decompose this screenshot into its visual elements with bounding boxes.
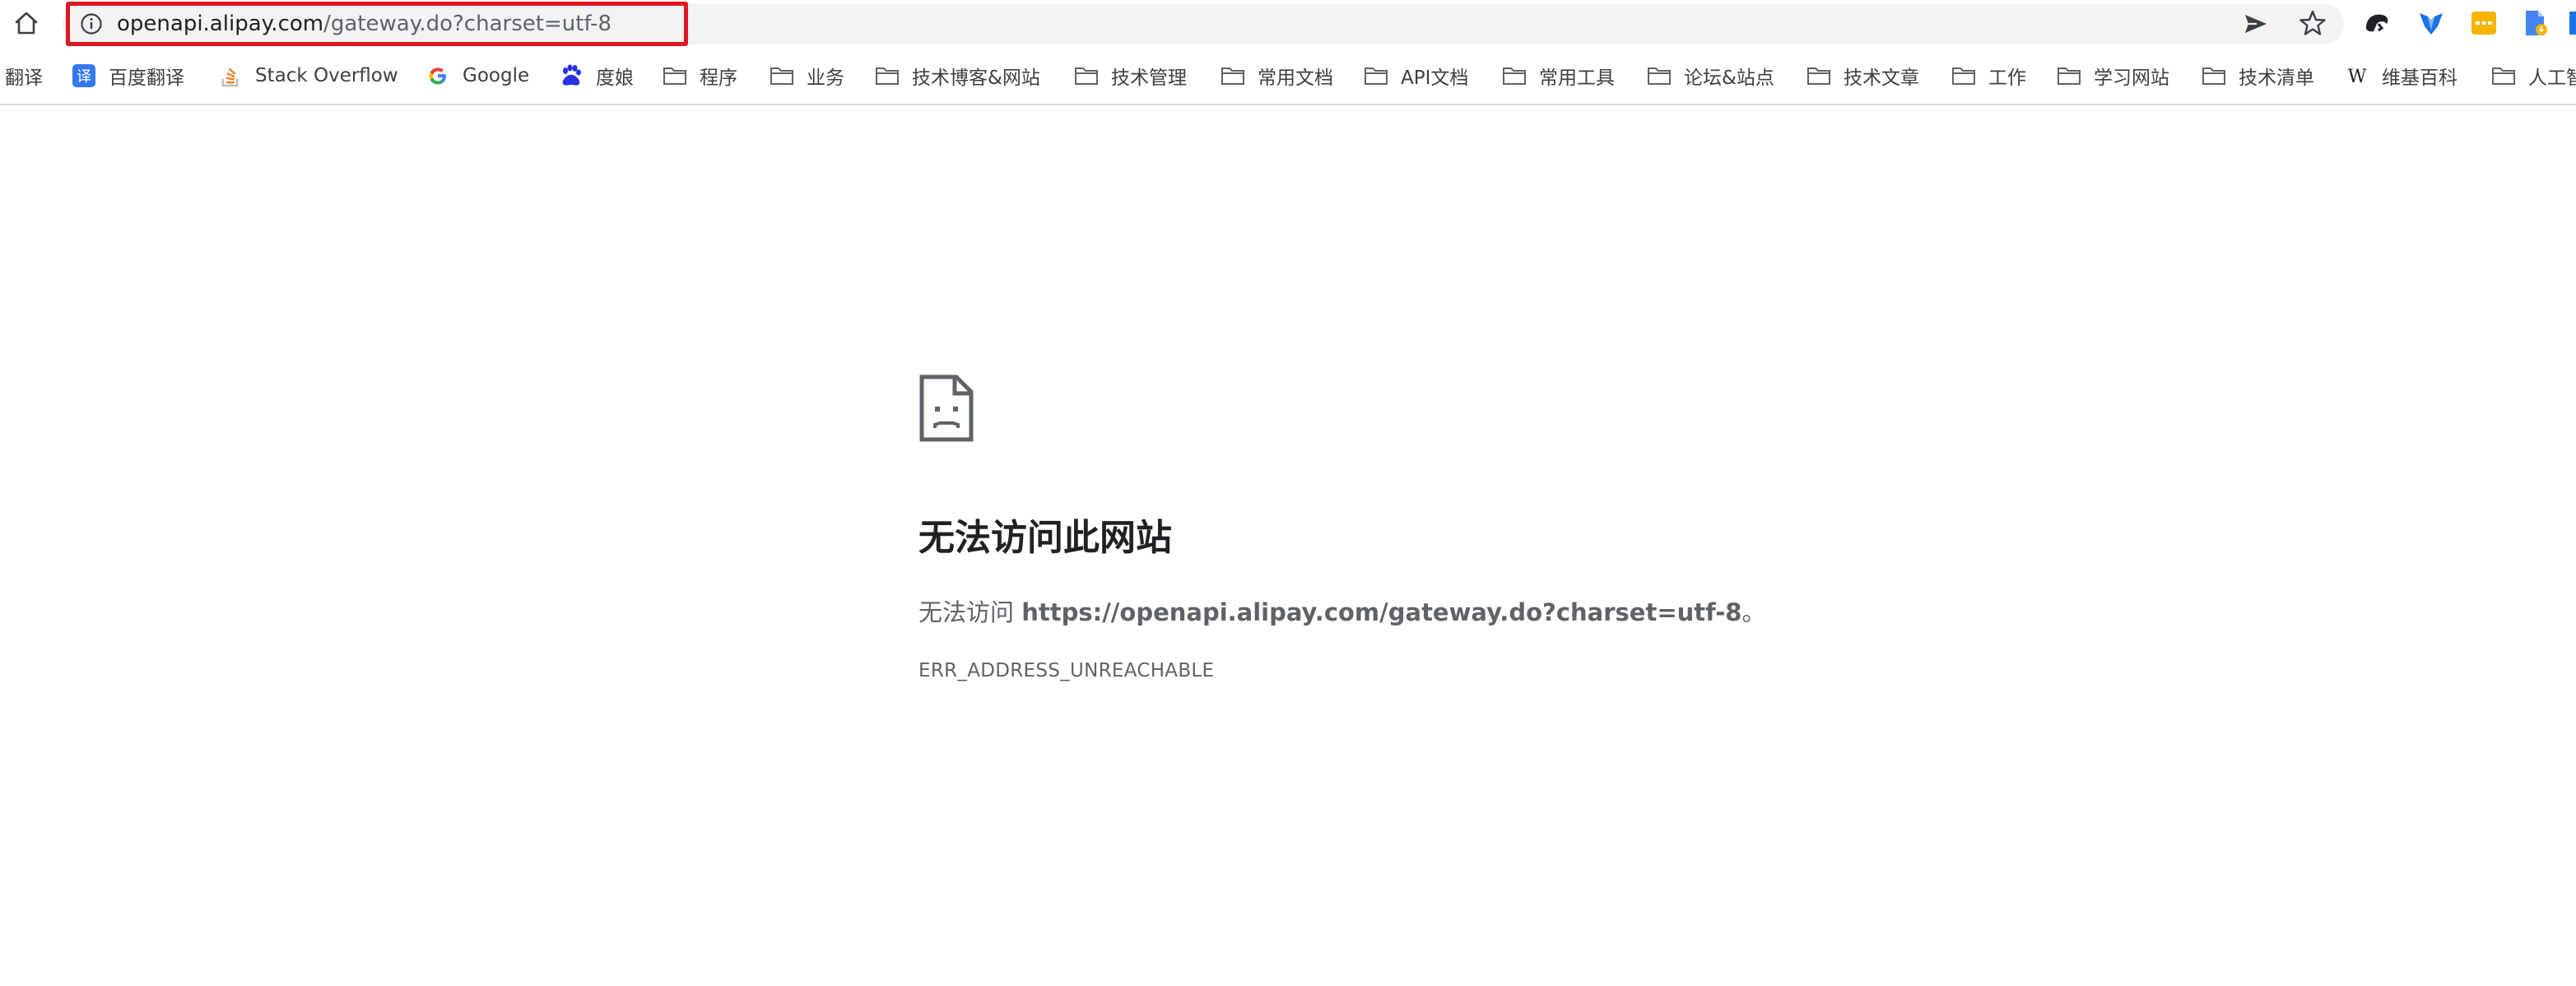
folder-icon <box>2201 63 2227 89</box>
error-message: 无法访问 https://openapi.alipay.com/gateway.… <box>918 598 1765 629</box>
folder-icon <box>1363 63 1389 89</box>
bookmark-label: 百度翻译 <box>109 67 184 89</box>
error-code: ERR_ADDRESS_UNREACHABLE <box>918 660 1215 681</box>
bookmark-label: API文档 <box>1401 67 1469 89</box>
bookmark-label: 人工智 <box>2528 67 2576 89</box>
bookmarks-bar: 翻译 译 百度翻译 Stack Overflow Google 度娘 程序 业务… <box>0 48 2576 105</box>
error-message-prefix: 无法访问 <box>918 598 1022 626</box>
ext-doc-icon[interactable] <box>2520 8 2550 38</box>
browser-toolbar: openapi.alipay.com/gateway.do?charset=ut… <box>0 0 2576 48</box>
bookmark-folder-ai[interactable]: 人工智 <box>2490 59 2576 92</box>
bookmark-label: 度娘 <box>596 67 634 89</box>
bookmark-label: Google <box>463 65 530 86</box>
bookmark-label: 业务 <box>807 67 844 89</box>
bookmark-baidu[interactable]: 度娘 <box>558 59 634 92</box>
bookmark-label: 学习网站 <box>2094 67 2169 89</box>
bookmark-label: 技术博客&网站 <box>912 67 1040 89</box>
bookmark-label: Stack Overflow <box>255 65 398 86</box>
ext-fox-icon[interactable] <box>2416 8 2446 38</box>
bookmark-folder-business[interactable]: 业务 <box>769 59 844 92</box>
svg-text:译: 译 <box>77 68 91 86</box>
bookmark-folder-tech-list[interactable]: 技术清单 <box>2201 59 2314 92</box>
ext-blue-icon[interactable] <box>2568 8 2576 38</box>
star-icon[interactable] <box>2298 8 2327 38</box>
error-message-url: https://openapi.alipay.com/gateway.do?ch… <box>1021 598 1742 626</box>
bookmark-folder-programs[interactable]: 程序 <box>662 59 737 92</box>
send-icon[interactable] <box>2242 10 2270 38</box>
google-icon <box>425 63 451 89</box>
url-host: openapi.alipay.com <box>117 12 324 36</box>
bookmark-label: 翻译 <box>5 67 43 89</box>
bookmark-baidu-translate[interactable]: 译 百度翻译 <box>71 59 184 92</box>
bookmark-label: 维基百科 <box>2382 67 2457 89</box>
bookmark-folder-forums[interactable]: 论坛&站点 <box>1646 59 1774 92</box>
bookmark-label: 工作 <box>1988 67 2026 89</box>
folder-icon <box>769 63 795 89</box>
baidu-icon <box>558 63 584 89</box>
home-icon <box>15 12 38 35</box>
wikipedia-icon: W <box>2344 63 2370 89</box>
bookmark-folder-api-docs[interactable]: API文档 <box>1363 59 1468 92</box>
bookmark-label: 常用工具 <box>1539 67 1615 89</box>
info-icon[interactable] <box>79 12 104 36</box>
folder-icon <box>1501 63 1527 89</box>
folder-icon <box>1073 63 1100 89</box>
bookmark-folder-tech-articles[interactable]: 技术文章 <box>1806 59 1919 92</box>
bookmark-folder-learning[interactable]: 学习网站 <box>2056 59 2169 92</box>
bookmark-folder-tech-blogs[interactable]: 技术博客&网站 <box>874 59 1040 92</box>
bookmark-folder-tech-management[interactable]: 技术管理 <box>1073 59 1187 92</box>
bookmark-stack-overflow[interactable]: Stack Overflow <box>217 59 398 92</box>
folder-icon <box>2056 63 2082 89</box>
error-message-suffix: 。 <box>1741 598 1766 626</box>
sad-document-icon <box>919 374 974 442</box>
bookmark-folder-common-docs[interactable]: 常用文档 <box>1220 59 1333 92</box>
svg-text:W: W <box>2348 67 2367 87</box>
ext-shield-icon[interactable] <box>2362 8 2392 38</box>
folder-icon <box>1951 63 1977 89</box>
folder-icon <box>662 63 688 89</box>
bookmark-translate[interactable]: 翻译 <box>5 59 43 92</box>
bookmark-label: 论坛&站点 <box>1684 67 1774 89</box>
bookmark-google[interactable]: Google <box>425 59 529 92</box>
url-text[interactable]: openapi.alipay.com/gateway.do?charset=ut… <box>117 7 611 40</box>
bookmark-label: 程序 <box>700 67 737 89</box>
folder-icon <box>2490 63 2517 89</box>
folder-icon <box>1806 63 1832 89</box>
bookmark-folder-common-tools[interactable]: 常用工具 <box>1501 59 1615 92</box>
bookmark-folder-work[interactable]: 工作 <box>1951 59 2026 92</box>
translate-icon: 译 <box>71 63 97 89</box>
folder-icon <box>874 63 900 89</box>
error-title: 无法访问此网站 <box>918 517 1172 559</box>
folder-icon <box>1646 63 1672 89</box>
folder-icon <box>1220 63 1246 89</box>
bookmark-label: 技术清单 <box>2239 67 2314 89</box>
ext-yellow-icon[interactable] <box>2469 8 2499 38</box>
bookmark-wikipedia[interactable]: W 维基百科 <box>2344 59 2457 92</box>
bookmark-label: 技术文章 <box>1844 67 1919 89</box>
stackoverflow-icon <box>217 63 244 89</box>
url-path: /gateway.do?charset=utf-8 <box>323 12 612 36</box>
bookmark-label: 常用文档 <box>1258 67 1333 89</box>
bookmark-label: 技术管理 <box>1111 67 1187 89</box>
home-button[interactable] <box>10 7 43 40</box>
